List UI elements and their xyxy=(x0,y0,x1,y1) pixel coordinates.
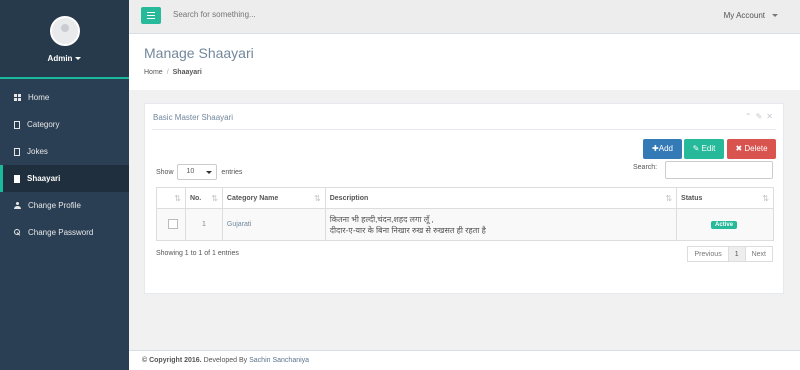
caret-down-icon xyxy=(206,171,213,174)
sidebar: Admin Home Category Jokes Shaayari Chang… xyxy=(0,0,129,370)
cell-no: 1 xyxy=(184,208,223,241)
shaayari-table: ⇅ No. ⇅ Category Name ⇅ Description ⇅ Statu… xyxy=(156,187,774,241)
sidebar-item-label: Category xyxy=(27,120,60,129)
entries-length-control: Show 10 entries xyxy=(156,164,242,180)
page-header: Manage Shaayari Home / Shaayari xyxy=(129,34,800,90)
profile-section: Admin xyxy=(0,0,129,79)
avatar[interactable] xyxy=(49,16,80,46)
search-input[interactable] xyxy=(173,10,373,19)
bars-icon-line xyxy=(147,15,155,16)
account-label: My Account xyxy=(723,11,765,20)
column-header-label: Category Name xyxy=(226,194,279,202)
description-line: कितना भी हल्दी,चंदन,शहद लगा लूँ , xyxy=(329,214,434,224)
sort-icon: ⇅ xyxy=(665,194,673,203)
table-row[interactable]: 1 Gujarati कितना भी हल्दी,चंदन,शहद लगा ल… xyxy=(156,208,774,241)
key-icon xyxy=(14,229,21,236)
table-search-input[interactable] xyxy=(665,161,773,179)
footer-developed-by: Developed By xyxy=(203,357,248,364)
sidebar-item-label: Shaayari xyxy=(27,174,61,183)
footer-author-link[interactable]: Sachin Sanchaniya xyxy=(249,357,309,364)
file-icon xyxy=(14,120,20,129)
entries-select[interactable]: 10 xyxy=(177,164,218,180)
column-header-label: Status xyxy=(681,194,703,202)
pagination: Previous 1 Next xyxy=(687,246,773,262)
sidebar-item-change-password[interactable]: Change Password xyxy=(0,219,129,246)
sort-icon: ⇅ xyxy=(314,194,321,203)
footer: © Copyright 2016. Developed By Sachin Sa… xyxy=(129,350,800,370)
table-header-row: ⇅ No. ⇅ Category Name ⇅ Description ⇅ Statu… xyxy=(156,187,774,209)
edit-button[interactable]: ✎ Edit xyxy=(684,139,724,159)
file-icon xyxy=(14,174,20,183)
account-menu[interactable]: My Account xyxy=(724,11,778,20)
entries-value: 10 xyxy=(186,168,195,175)
breadcrumb-home[interactable]: Home xyxy=(144,69,163,76)
breadcrumb-current: Shaayari xyxy=(172,69,202,76)
collapse-icon[interactable]: ⌃ xyxy=(745,112,756,121)
delete-button-label: Delete xyxy=(744,144,768,153)
page-title: Manage Shaayari xyxy=(144,45,254,61)
divider xyxy=(152,129,776,130)
shaayari-panel: Basic Master Shaayari ⌃✎✕ ✚Add ✎ Edit ✖ … xyxy=(144,103,784,294)
top-navbar: My Account xyxy=(129,0,800,34)
add-button[interactable]: ✚Add xyxy=(643,139,682,159)
panel-tools: ⌃✎✕ xyxy=(745,112,777,121)
th-icon xyxy=(14,94,21,102)
close-icon[interactable]: ✕ xyxy=(766,112,777,121)
caret-down-icon xyxy=(772,14,778,18)
sidebar-item-label: Change Password xyxy=(28,228,94,237)
column-header-label: No. xyxy=(189,194,202,202)
next-page-button[interactable]: Next xyxy=(744,246,773,262)
select-column-header[interactable]: ⇅ xyxy=(156,187,186,209)
sidebar-item-change-profile[interactable]: Change Profile xyxy=(0,192,129,219)
delete-button[interactable]: ✖ Delete xyxy=(727,139,776,159)
sort-icon: ⇅ xyxy=(211,194,218,203)
panel-title: Basic Master Shaayari xyxy=(153,113,234,122)
profile-menu[interactable]: Admin xyxy=(0,49,129,63)
sidebar-item-shaayari[interactable]: Shaayari xyxy=(0,165,129,192)
sidebar-item-home[interactable]: Home xyxy=(0,84,129,111)
sidebar-menu: Home Category Jokes Shaayari Change Prof… xyxy=(0,84,129,246)
column-header-category[interactable]: Category Name ⇅ xyxy=(221,187,326,209)
sidebar-item-label: Jokes xyxy=(27,147,48,156)
cell-category: Gujarati xyxy=(221,208,326,241)
show-label: Show xyxy=(156,168,174,176)
sort-icon: ⇅ xyxy=(762,194,769,203)
page-number-button[interactable]: 1 xyxy=(728,246,745,262)
wrench-icon[interactable]: ✎ xyxy=(756,112,767,121)
entries-label: entries xyxy=(221,168,243,176)
status-badge[interactable]: Active xyxy=(711,220,738,229)
column-header-label: Description xyxy=(329,194,369,202)
edit-icon: ✎ xyxy=(692,144,702,153)
bars-icon-line xyxy=(147,18,155,19)
plus-icon: ✚ xyxy=(652,144,659,153)
cell-description: कितना भी हल्दी,चंदन,शहद लगा लूँ , दीदार-… xyxy=(324,208,678,241)
user-icon xyxy=(14,202,21,210)
add-button-label: Add xyxy=(658,144,673,153)
breadcrumb: Home / Shaayari xyxy=(144,69,202,76)
sidebar-item-label: Change Profile xyxy=(28,201,81,210)
column-header-no[interactable]: No. ⇅ xyxy=(184,187,223,209)
previous-page-button[interactable]: Previous xyxy=(687,246,729,262)
column-header-status[interactable]: Status ⇅ xyxy=(676,187,774,209)
profile-name: Admin xyxy=(47,54,73,63)
table-info: Showing 1 to 1 of 1 entries xyxy=(156,250,239,257)
sidebar-item-category[interactable]: Category xyxy=(0,111,129,138)
cell-status: Active xyxy=(676,208,774,241)
edit-button-label: Edit xyxy=(701,144,716,153)
table-search-label: Search: xyxy=(633,164,658,171)
caret-down-icon xyxy=(75,57,82,61)
row-checkbox[interactable] xyxy=(168,218,178,229)
sidebar-item-jokes[interactable]: Jokes xyxy=(0,138,129,165)
column-header-description[interactable]: Description ⇅ xyxy=(324,187,678,209)
sort-icon: ⇅ xyxy=(174,194,181,203)
row-checkbox-cell xyxy=(156,208,186,241)
footer-copyright: © Copyright 2016. xyxy=(142,357,202,364)
bars-icon xyxy=(147,12,155,13)
file-icon xyxy=(14,147,20,156)
breadcrumb-separator: / xyxy=(166,69,169,76)
menu-toggle-button[interactable] xyxy=(141,7,161,24)
description-line: दीदार-ए-यार के बिना निखार रुख से रुखसत ह… xyxy=(329,225,486,235)
sidebar-item-label: Home xyxy=(28,93,50,102)
